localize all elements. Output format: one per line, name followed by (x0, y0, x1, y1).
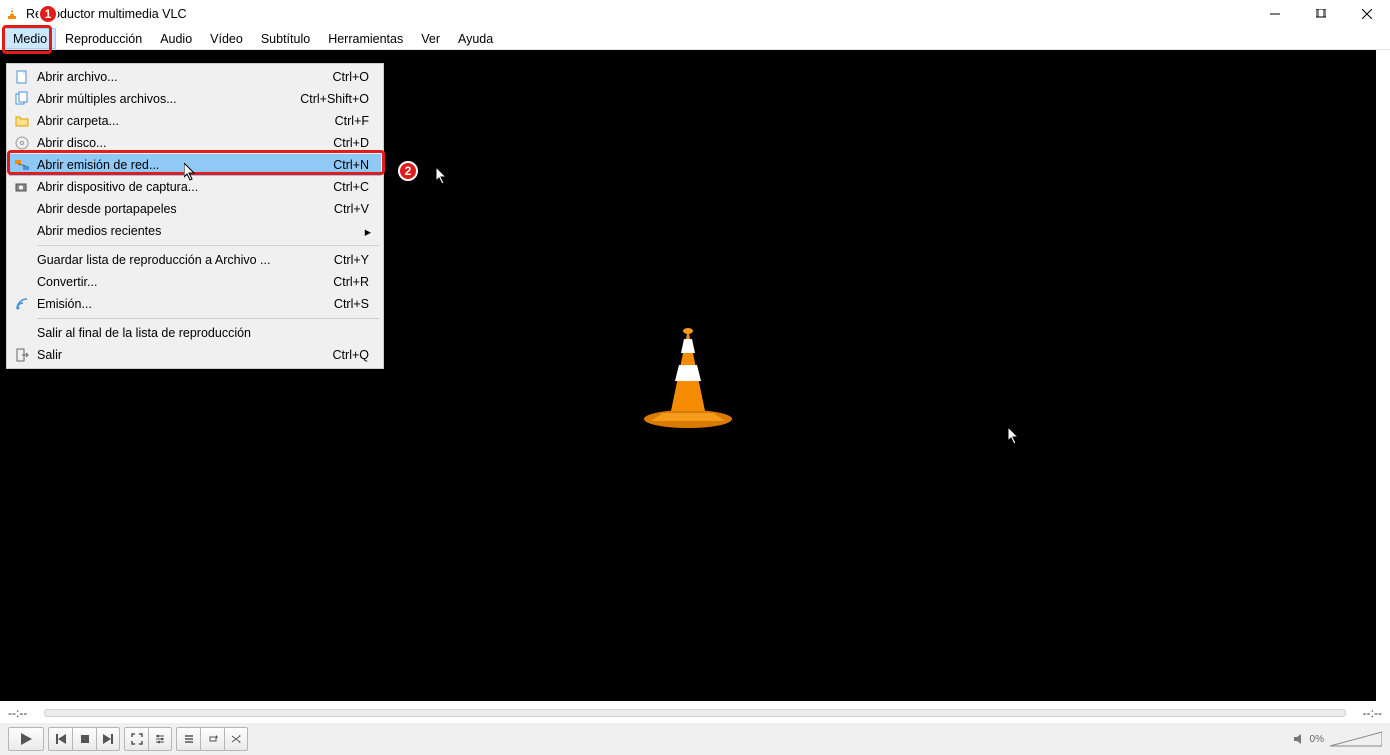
playlist-button[interactable] (176, 727, 200, 751)
menu-separator (37, 245, 379, 246)
menu-label: Ver (421, 32, 440, 46)
medio-dropdown: Abrir archivo... Ctrl+O Abrir múltiples … (6, 63, 384, 369)
menu-item-label: Guardar lista de reproducción a Archivo … (37, 253, 270, 267)
playlist-group (176, 727, 248, 751)
next-button[interactable] (96, 727, 120, 751)
menu-open-network[interactable]: Abrir emisión de red... Ctrl+N (9, 154, 381, 176)
play-button[interactable] (8, 727, 44, 751)
loop-button[interactable] (200, 727, 224, 751)
menu-item-label: Salir al final de la lista de reproducci… (37, 326, 251, 340)
chevron-right-icon: ▸ (365, 224, 371, 239)
menu-item-shortcut: Ctrl+Q (333, 348, 369, 362)
menu-item-label: Emisión... (37, 297, 92, 311)
file-icon (14, 69, 30, 85)
menu-label: Herramientas (328, 32, 403, 46)
menu-item-shortcut: Ctrl+Shift+O (300, 92, 369, 106)
stream-icon (14, 296, 30, 312)
menu-subtitulo[interactable]: Subtítulo (252, 28, 319, 49)
menu-open-multiple[interactable]: Abrir múltiples archivos... Ctrl+Shift+O (9, 88, 381, 110)
menu-item-label: Abrir carpeta... (37, 114, 119, 128)
menu-item-label: Abrir medios recientes (37, 224, 161, 238)
mute-icon[interactable] (1292, 732, 1306, 746)
playback-group (48, 727, 120, 751)
vlc-cone-icon (633, 321, 743, 431)
menu-open-file[interactable]: Abrir archivo... Ctrl+O (9, 66, 381, 88)
menu-item-label: Abrir desde portapapeles (37, 202, 177, 216)
disc-icon (14, 135, 30, 151)
extended-settings-button[interactable] (148, 727, 172, 751)
menu-ayuda[interactable]: Ayuda (449, 28, 502, 49)
menu-item-shortcut: Ctrl+O (333, 70, 369, 84)
view-group (124, 727, 172, 751)
menu-reproduccion[interactable]: Reproducción (56, 28, 151, 49)
menu-open-disc[interactable]: Abrir disco... Ctrl+D (9, 132, 381, 154)
seek-row: --:-- --:-- (0, 703, 1390, 723)
folder-icon (14, 113, 30, 129)
menu-item-label: Abrir disco... (37, 136, 106, 150)
menu-quit[interactable]: Salir Ctrl+Q (9, 344, 381, 366)
controls-row: 0% (0, 723, 1390, 755)
previous-button[interactable] (48, 727, 72, 751)
menu-label: Medio (13, 32, 47, 46)
menu-video[interactable]: Vídeo (201, 28, 252, 49)
menu-item-label: Abrir dispositivo de captura... (37, 180, 198, 194)
elapsed-time[interactable]: --:-- (8, 706, 36, 720)
menu-quit-end-playlist[interactable]: Salir al final de la lista de reproducci… (9, 322, 381, 344)
menu-item-shortcut: Ctrl+C (333, 180, 369, 194)
stop-button[interactable] (72, 727, 96, 751)
vlc-app-icon (4, 6, 20, 22)
menu-item-label: Convertir... (37, 275, 97, 289)
menu-label: Ayuda (458, 32, 493, 46)
menu-item-shortcut: Ctrl+V (334, 202, 369, 216)
shuffle-button[interactable] (224, 727, 248, 751)
menu-save-playlist[interactable]: Guardar lista de reproducción a Archivo … (9, 249, 381, 271)
window-title: Reproductor multimedia VLC (26, 7, 187, 21)
menu-open-clipboard[interactable]: Abrir desde portapapeles Ctrl+V (9, 198, 381, 220)
menu-label: Vídeo (210, 32, 243, 46)
seek-slider[interactable] (44, 709, 1346, 717)
capture-icon (14, 179, 30, 195)
fullscreen-button[interactable] (124, 727, 148, 751)
menu-open-capture[interactable]: Abrir dispositivo de captura... Ctrl+C (9, 176, 381, 198)
volume-percent: 0% (1310, 734, 1324, 745)
menu-item-shortcut: Ctrl+N (333, 158, 369, 172)
menu-item-shortcut: Ctrl+R (333, 275, 369, 289)
menu-convert[interactable]: Convertir... Ctrl+R (9, 271, 381, 293)
network-icon (14, 157, 30, 173)
total-time[interactable]: --:-- (1354, 706, 1382, 720)
titlebar: Reproductor multimedia VLC (0, 0, 1390, 28)
menu-label: Subtítulo (261, 32, 310, 46)
menu-herramientas[interactable]: Herramientas (319, 28, 412, 49)
minimize-button[interactable] (1252, 0, 1298, 28)
menu-label: Reproducción (65, 32, 142, 46)
menu-open-folder[interactable]: Abrir carpeta... Ctrl+F (9, 110, 381, 132)
menu-item-label: Salir (37, 348, 62, 362)
menu-item-label: Abrir múltiples archivos... (37, 92, 177, 106)
menu-item-shortcut: Ctrl+D (333, 136, 369, 150)
menu-item-label: Abrir archivo... (37, 70, 118, 84)
menu-audio[interactable]: Audio (151, 28, 201, 49)
menu-item-shortcut: Ctrl+S (334, 297, 369, 311)
quit-icon (14, 347, 30, 363)
menu-recent-media[interactable]: Abrir medios recientes ▸ (9, 220, 381, 242)
volume-slider[interactable] (1330, 730, 1382, 748)
menu-item-label: Abrir emisión de red... (37, 158, 159, 172)
menu-separator (37, 318, 379, 319)
menubar: Medio Reproducción Audio Vídeo Subtítulo… (0, 28, 1390, 50)
maximize-button[interactable] (1298, 0, 1344, 28)
menu-stream[interactable]: Emisión... Ctrl+S (9, 293, 381, 315)
menu-item-shortcut: Ctrl+Y (334, 253, 369, 267)
menu-item-shortcut: Ctrl+F (335, 114, 369, 128)
menu-ver[interactable]: Ver (412, 28, 449, 49)
menu-label: Audio (160, 32, 192, 46)
close-button[interactable] (1344, 0, 1390, 28)
window-controls (1252, 0, 1390, 28)
menu-medio[interactable]: Medio (4, 28, 56, 49)
files-icon (14, 91, 30, 107)
